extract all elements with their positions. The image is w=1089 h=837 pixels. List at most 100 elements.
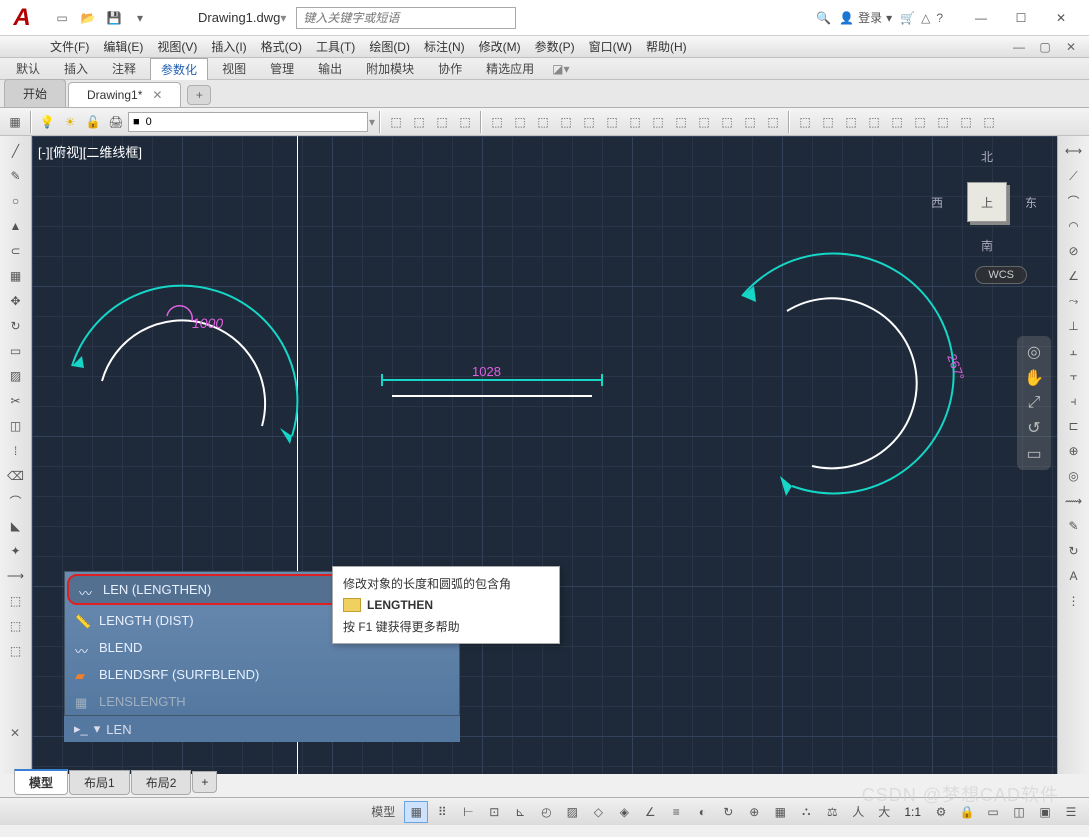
menu-view[interactable]: 视图(V) xyxy=(157,38,197,55)
viewcube[interactable]: 北 南 东 西 上 xyxy=(931,146,1041,256)
layer-combo[interactable]: ■ 0 xyxy=(128,112,368,132)
menu-file[interactable]: 文件(F) xyxy=(50,38,89,55)
isoplane-icon[interactable]: ▨ xyxy=(560,801,584,823)
bulb-on-icon[interactable]: 💡 xyxy=(36,111,58,133)
viewport-label[interactable]: [-][俯视][二维线框] xyxy=(38,142,142,161)
app-switcher-icon[interactable]: △ xyxy=(921,11,930,25)
otrack-icon[interactable]: ∠ xyxy=(638,801,662,823)
dim-edit-icon[interactable]: ✎ xyxy=(1063,515,1085,537)
viewcube-south[interactable]: 南 xyxy=(981,237,993,254)
viewcube-north[interactable]: 北 xyxy=(981,148,993,165)
menu-draw[interactable]: 绘图(D) xyxy=(369,38,410,55)
break-icon[interactable]: ⁞ xyxy=(5,440,27,462)
command-line[interactable]: ▸_ ▾ LEN xyxy=(64,716,460,742)
menu-insert[interactable]: 插入(I) xyxy=(211,38,246,55)
tb-icon-18[interactable]: ⬚ xyxy=(794,111,816,133)
chamfer-icon[interactable]: ◣ xyxy=(5,515,27,537)
rtab-addins[interactable]: 附加模块 xyxy=(356,58,424,79)
steering-wheel-icon[interactable]: ◎ xyxy=(1027,342,1041,362)
dim-space-icon[interactable]: ⫞ xyxy=(1063,390,1085,412)
ws-restore-icon[interactable]: ▢ xyxy=(1033,35,1057,59)
wcs-badge[interactable]: WCS xyxy=(975,266,1027,284)
erase-icon[interactable]: ⌫ xyxy=(5,465,27,487)
zoom-extents-icon[interactable]: ⤢ xyxy=(1028,394,1041,412)
dim-cont-icon[interactable]: ⫟ xyxy=(1063,365,1085,387)
line-icon[interactable]: ╱ xyxy=(5,140,27,162)
dim-linear-icon[interactable]: ⟷ xyxy=(1063,140,1085,162)
tb-icon-9[interactable]: ⬚ xyxy=(578,111,600,133)
tool-icon-b[interactable]: ⬚ xyxy=(5,615,27,637)
rtab-collab[interactable]: 协作 xyxy=(428,58,472,79)
dim-inspect-icon[interactable]: ◎ xyxy=(1063,465,1085,487)
tab-start[interactable]: 开始 xyxy=(4,79,66,107)
binoculars-icon[interactable]: 🔍 xyxy=(816,11,831,25)
cart-icon[interactable]: 🛒 xyxy=(900,11,915,25)
menu-dimension[interactable]: 标注(N) xyxy=(424,38,465,55)
ortho-icon[interactable]: ⊾ xyxy=(508,801,532,823)
help-icon[interactable]: ? xyxy=(936,11,943,25)
rtab-output[interactable]: 输出 xyxy=(308,58,352,79)
tb-icon-11[interactable]: ⬚ xyxy=(624,111,646,133)
tb-icon-3[interactable]: ⬚ xyxy=(431,111,453,133)
dim-ord-icon[interactable]: ⊥ xyxy=(1063,315,1085,337)
search-input[interactable] xyxy=(296,7,516,29)
tb-icon-22[interactable]: ⬚ xyxy=(886,111,908,133)
sun-icon[interactable]: ☀ xyxy=(59,111,81,133)
extend-icon[interactable]: ⟶ xyxy=(5,565,27,587)
polar-icon[interactable]: ◴ xyxy=(534,801,558,823)
ws-min-icon[interactable]: — xyxy=(1007,35,1031,59)
dim-jog-icon[interactable]: ⤳ xyxy=(1063,290,1085,312)
tb-icon-23[interactable]: ⬚ xyxy=(909,111,931,133)
dim-radius-icon[interactable]: ◠ xyxy=(1063,215,1085,237)
move-icon[interactable]: ✥ xyxy=(5,290,27,312)
viewcube-east[interactable]: 东 xyxy=(1025,194,1037,211)
tb-icon-1[interactable]: ⬚ xyxy=(385,111,407,133)
tb-icon-6[interactable]: ⬚ xyxy=(509,111,531,133)
status-model[interactable]: 模型 xyxy=(364,801,402,823)
menu-modify[interactable]: 修改(M) xyxy=(479,38,521,55)
dim-style-icon[interactable]: A xyxy=(1063,565,1085,587)
rtab-parametric[interactable]: 参数化 xyxy=(150,58,208,80)
lock-icon[interactable]: 🔓 xyxy=(82,111,104,133)
tb-icon-16[interactable]: ⬚ xyxy=(739,111,761,133)
qat-dropdown-icon[interactable]: ▾ xyxy=(128,6,152,30)
showmotion-icon[interactable]: ▭ xyxy=(1026,444,1041,464)
dim-center-icon[interactable]: ⊕ xyxy=(1063,440,1085,462)
fillet-icon[interactable]: ⌒ xyxy=(5,490,27,512)
annomonitor-icon[interactable]: ⊕ xyxy=(742,801,766,823)
annoscale-icon[interactable]: ⚖ xyxy=(820,801,844,823)
menu-help[interactable]: 帮助(H) xyxy=(646,38,687,55)
orbit-icon[interactable]: ↺ xyxy=(1027,418,1040,438)
rtab-annotate[interactable]: 注释 xyxy=(102,58,146,79)
array-icon[interactable]: ▦ xyxy=(5,265,27,287)
region-icon[interactable]: ◫ xyxy=(5,415,27,437)
new-tab-button[interactable]: + xyxy=(187,85,211,105)
customize-icon[interactable]: ☰ xyxy=(1059,801,1083,823)
qp-icon[interactable]: ▦ xyxy=(768,801,792,823)
cycling-icon[interactable]: ↻ xyxy=(716,801,740,823)
circle-icon[interactable]: ○ xyxy=(5,190,27,212)
tb-icon-21[interactable]: ⬚ xyxy=(863,111,885,133)
rtab-view[interactable]: 视图 xyxy=(212,58,256,79)
dim-break-icon[interactable]: ⊏ xyxy=(1063,415,1085,437)
snap-toggle-icon[interactable]: ⠿ xyxy=(430,801,454,823)
tool-icon-c[interactable]: ⬚ xyxy=(5,640,27,662)
tool-icon-a[interactable]: ⬚ xyxy=(5,590,27,612)
new-icon[interactable]: ▭ xyxy=(50,6,74,30)
tb-icon-17[interactable]: ⬚ xyxy=(762,111,784,133)
infer-icon[interactable]: ⊢ xyxy=(456,801,480,823)
tb-icon-12[interactable]: ⬚ xyxy=(647,111,669,133)
dynamic-input-icon[interactable]: ⊡ xyxy=(482,801,506,823)
pan-icon[interactable]: ✋ xyxy=(1024,368,1044,388)
rtab-featured[interactable]: 精选应用 xyxy=(476,58,544,79)
grid-toggle-icon[interactable]: ▦ xyxy=(404,801,428,823)
rtab-default[interactable]: 默认 xyxy=(6,58,50,79)
maximize-button[interactable]: ☐ xyxy=(1001,3,1041,33)
layout-tab-2[interactable]: 布局2 xyxy=(131,770,192,795)
viewcube-west[interactable]: 西 xyxy=(931,194,943,211)
dim-base-icon[interactable]: ⫠ xyxy=(1063,340,1085,362)
tb-icon-13[interactable]: ⬚ xyxy=(670,111,692,133)
tb-icon-20[interactable]: ⬚ xyxy=(840,111,862,133)
layout-tab-1[interactable]: 布局1 xyxy=(69,770,130,795)
3dosnap-icon[interactable]: ◈ xyxy=(612,801,636,823)
